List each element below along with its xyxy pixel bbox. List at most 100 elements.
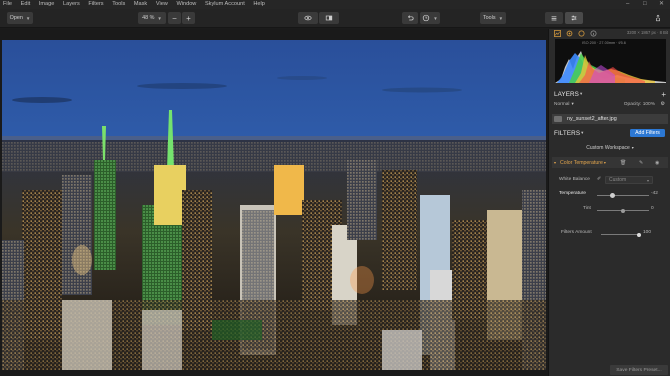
layer-name: ny_sunset2_after.jpg (567, 116, 617, 122)
chevron-down-icon: ▼ (498, 15, 504, 21)
zoom-in-button[interactable]: + (182, 12, 195, 24)
opacity-value[interactable]: Opacity: 100% (624, 102, 655, 107)
undo-icon (408, 15, 414, 21)
preview-button[interactable] (298, 12, 318, 24)
info-icon[interactable] (590, 30, 597, 37)
temperature-value: -42 (651, 191, 658, 196)
minimize-button[interactable]: – (626, 0, 629, 9)
filter-name: Color Temperature (560, 159, 603, 166)
chevron-down-icon[interactable]: ▾ (581, 130, 583, 136)
undo-button[interactable] (402, 12, 418, 24)
compare-button[interactable] (319, 12, 339, 24)
filter-header[interactable]: ▾ Color Temperature ▾ 🗑 ✎ ◉ (552, 157, 668, 168)
histogram: ISO 200 · 27.00mm · f/5.6 (555, 39, 666, 83)
zoom-out-button[interactable]: − (168, 12, 181, 24)
canvas-area[interactable] (0, 29, 548, 376)
eyedropper-icon[interactable]: ✐ (597, 176, 601, 182)
histogram-graph (555, 51, 666, 83)
chevron-down-icon[interactable]: ▾ (554, 160, 556, 165)
close-button[interactable]: ✕ (659, 0, 664, 9)
eye-icon[interactable]: ◉ (655, 160, 659, 166)
filters-amount-knob[interactable] (637, 232, 641, 237)
add-filters-button[interactable]: Add Filters (630, 129, 665, 137)
menu-layers[interactable]: Layers (63, 0, 80, 9)
blend-mode[interactable]: Normal (554, 102, 569, 107)
menu-filters[interactable]: Filters (88, 0, 103, 9)
gear-icon[interactable] (566, 30, 573, 37)
histogram-icon[interactable] (554, 30, 561, 37)
photo-canvas[interactable] (2, 40, 546, 376)
chevron-down-icon: ▾ (631, 145, 634, 150)
trash-icon[interactable]: 🗑 (620, 160, 626, 166)
filters-amount-value: 100 (643, 230, 652, 235)
chevron-down-icon: ▼ (433, 15, 438, 21)
temperature-slider[interactable] (597, 193, 649, 198)
menu-edit[interactable]: Edit (21, 0, 31, 9)
temperature-knob[interactable] (609, 193, 615, 198)
chevron-down-icon: ▾ (603, 160, 606, 165)
chevron-down-icon: ▼ (25, 15, 31, 21)
tools-button[interactable]: Tools ▼ (480, 12, 506, 24)
workspace-label: Custom Workspace (586, 144, 630, 151)
right-panel: 3200 × 1867 px · 8 Bit ISO 200 · 27.00mm… (548, 29, 670, 376)
temperature-label: Temperature (559, 191, 586, 196)
chevron-down-icon[interactable]: ▾ (580, 91, 582, 97)
image-info: 3200 × 1867 px · 8 Bit (626, 30, 668, 35)
menu-image[interactable]: Image (39, 0, 55, 9)
layers-icon (551, 16, 557, 21)
tint-value: 0 (651, 206, 654, 211)
save-filters-preset-button[interactable]: Save Filters Preset... (610, 365, 668, 375)
panel-top-icons: 3200 × 1867 px · 8 Bit (549, 29, 670, 38)
menu-file[interactable]: File (3, 0, 12, 9)
compare-icon (325, 15, 333, 21)
layer-thumbnail (554, 116, 562, 122)
clock-icon (423, 14, 430, 22)
toolbar: Open ▼ 48 % ▼ − + ▼ Tools ▼ (0, 9, 670, 28)
tools-label: Tools (482, 15, 496, 21)
open-button[interactable]: Open ▼ (7, 12, 33, 24)
tint-slider[interactable] (597, 208, 649, 213)
tint-knob[interactable] (621, 208, 625, 213)
filters-amount-label: Filters Amount (561, 230, 592, 235)
layers-view-button[interactable] (545, 12, 563, 24)
menu-tools[interactable]: Tools (112, 0, 125, 9)
menu-help[interactable]: Help (253, 0, 265, 9)
open-label: Open (9, 15, 23, 21)
white-balance-value: Custom (609, 177, 627, 183)
menu-window[interactable]: Window (176, 0, 196, 9)
gear-icon[interactable]: ⚙ (661, 101, 665, 107)
zoom-dropdown[interactable]: 48 % ▼ (138, 12, 166, 24)
white-balance-label: White Balance (559, 177, 590, 182)
layer-options-row: Normal ▾ Opacity: 100% ⚙ (549, 100, 670, 108)
menu-mask[interactable]: Mask (134, 0, 147, 9)
menu-bar: File Edit Image Layers Filters Tools Mas… (0, 0, 670, 9)
tint-label: Tint (583, 206, 591, 211)
eye-icon (304, 15, 312, 21)
add-layer-button[interactable]: + (661, 90, 666, 99)
city-photo (2, 40, 546, 370)
temperature-row: Temperature -42 (549, 191, 670, 199)
workspace-selector[interactable]: Custom Workspace ▾ (571, 143, 649, 152)
white-balance-row: White Balance ✐ Custom ▾ (549, 176, 670, 185)
zoom-value: 48 % (142, 15, 155, 21)
menu-view[interactable]: View (156, 0, 168, 9)
layer-item[interactable]: ny_sunset2_after.jpg (552, 114, 668, 124)
maximize-button[interactable]: □ (643, 0, 647, 9)
adjust-view-button[interactable] (565, 12, 583, 24)
filters-title: FILTERS (554, 129, 581, 137)
layers-header: LAYERS ▾ + (549, 89, 670, 99)
share-button[interactable] (652, 12, 664, 24)
exif-info: ISO 200 · 27.00mm · f/5.6 (582, 41, 626, 45)
share-icon (656, 14, 660, 22)
brush-icon[interactable]: ✎ (639, 160, 643, 166)
app-window: File Edit Image Layers Filters Tools Mas… (0, 0, 670, 376)
sliders-icon (571, 15, 577, 21)
menu-skylum-account[interactable]: Skylum Account (205, 0, 245, 9)
filters-amount-row: Filters Amount 100 (549, 230, 670, 238)
white-balance-dropdown[interactable]: Custom ▾ (605, 176, 653, 184)
history-button[interactable]: ▼ (420, 12, 440, 24)
layers-title: LAYERS (554, 90, 579, 98)
chevron-down-icon[interactable]: ▾ (571, 101, 573, 107)
filters-amount-slider[interactable] (601, 232, 641, 237)
face-icon[interactable] (578, 30, 585, 37)
